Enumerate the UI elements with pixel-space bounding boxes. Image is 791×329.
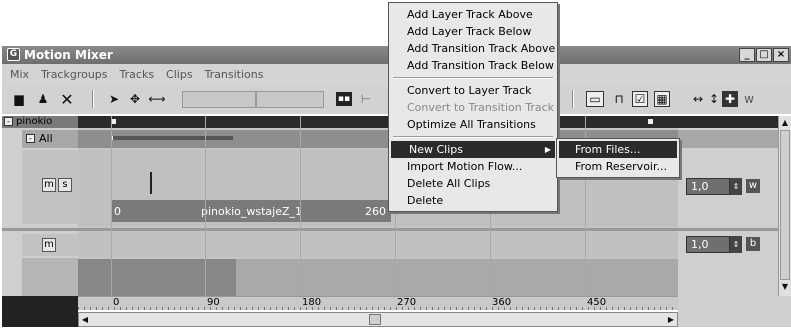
trackgroup-header[interactable]: - pinokio <box>2 116 78 128</box>
mute-button-1[interactable]: m <box>42 178 56 192</box>
clip[interactable]: 0 pinokio_wstajeZ_1 260 <box>111 200 391 222</box>
weight-spinner-2-icon[interactable]: ⇕ <box>730 236 742 253</box>
new-mix-icon[interactable]: ▆ <box>10 91 28 107</box>
collapse-icon[interactable]: - <box>4 117 13 126</box>
minimize-button[interactable]: _ <box>739 48 755 62</box>
menu-new-clips-label: New Clips <box>409 143 463 156</box>
all-label: All <box>39 132 53 145</box>
ruler-tick-360: 360 <box>492 297 512 308</box>
transition-region <box>78 259 236 296</box>
zoom-extents-icon[interactable]: ✚ <box>722 91 738 107</box>
vertical-scroll-thumb[interactable] <box>780 130 790 280</box>
menu-import-motion-flow[interactable]: Import Motion Flow... <box>389 158 557 175</box>
context-menu: Add Layer Track Above Add Layer Track Be… <box>388 2 558 212</box>
ruler-tick-90: 90 <box>207 297 220 308</box>
w-toggle[interactable]: w <box>742 91 756 107</box>
submenu-arrow-icon: ▶ <box>544 145 551 154</box>
submenu-from-reservoir[interactable]: From Reservoir... <box>557 158 679 175</box>
collapse-all-icon[interactable]: - <box>26 134 35 143</box>
track2-header: m <box>22 234 78 256</box>
ruler-tick-270: 270 <box>397 297 417 308</box>
weight-w-button[interactable]: w <box>746 179 760 193</box>
new-clips-submenu: From Files... From Reservoir... <box>556 138 680 178</box>
all-tracks-header[interactable]: - All <box>22 130 78 148</box>
ruler-tick-180: 180 <box>302 297 322 308</box>
weight-b-button[interactable]: b <box>746 237 760 251</box>
app-icon: G <box>7 48 20 61</box>
toggle-b-icon[interactable]: ⊓ <box>610 91 628 107</box>
slide-icon[interactable]: ⟷ <box>148 91 166 107</box>
delete-icon[interactable]: ✕ <box>58 90 76 109</box>
menu-trackgroups[interactable]: Trackgroups <box>41 68 107 81</box>
menu-delete[interactable]: Delete <box>389 192 557 209</box>
vertical-scale-icon[interactable]: ↕ <box>708 91 720 107</box>
menu-mix[interactable]: Mix <box>10 68 29 81</box>
menu-convert-to-layer-track[interactable]: Convert to Layer Track <box>389 82 557 99</box>
mute-button-2[interactable]: m <box>42 238 56 252</box>
track-weight-panel: 1,0 ⇕ w 1,0 ⇕ b <box>678 116 778 296</box>
track1-header: m s <box>22 150 78 224</box>
submenu-from-files[interactable]: From Files... <box>559 141 677 158</box>
clip-start: 0 <box>114 205 121 218</box>
horizontal-scrollbar[interactable]: ◀ ▶ <box>78 312 678 327</box>
horizontal-scale-icon[interactable]: ↔ <box>690 91 706 107</box>
trackgroup-name: pinokio <box>16 116 53 127</box>
horizontal-scroll-thumb[interactable] <box>369 314 381 325</box>
menu-new-clips[interactable]: New Clips ▶ <box>391 141 555 158</box>
menu-add-transition-track-above[interactable]: Add Transition Track Above <box>389 40 557 57</box>
trackgroup-strip <box>78 116 678 128</box>
weight-field-1[interactable]: 1,0 <box>686 178 730 195</box>
ruler-tick-450: 450 <box>587 297 607 308</box>
weight-field-2[interactable]: 1,0 <box>686 236 730 253</box>
menu-optimize-all-transitions[interactable]: Optimize All Transitions <box>389 116 557 133</box>
menu-tracks[interactable]: Tracks <box>120 68 155 81</box>
snap-icon[interactable]: ▪▪ <box>336 92 352 106</box>
scroll-down-icon[interactable]: ▼ <box>779 280 791 292</box>
toolbar-field-2[interactable] <box>256 91 324 108</box>
weight-spinner-1-icon[interactable]: ⇕ <box>730 178 742 195</box>
clip-name: pinokio_wstajeZ_1 <box>201 205 303 218</box>
toggle-a-icon[interactable]: ▭ <box>586 91 604 107</box>
maximize-button[interactable]: □ <box>756 48 772 62</box>
scroll-left-icon[interactable]: ◀ <box>79 313 91 326</box>
scroll-up-icon[interactable]: ▲ <box>779 116 791 128</box>
solo-button-1[interactable]: s <box>58 178 72 192</box>
menu-add-transition-track-below[interactable]: Add Transition Track Below <box>389 57 557 74</box>
select-arrow-icon[interactable]: ➤ <box>106 91 122 107</box>
track2-lane[interactable] <box>78 233 678 257</box>
menu-add-layer-track-above[interactable]: Add Layer Track Above <box>389 6 557 23</box>
vertical-scrollbar[interactable]: ▲ ▼ <box>778 116 791 296</box>
toolbar-field-1[interactable] <box>182 91 256 108</box>
clip-end: 260 <box>365 205 386 218</box>
menu-add-layer-track-below[interactable]: Add Layer Track Below <box>389 23 557 40</box>
scroll-right-icon[interactable]: ▶ <box>665 313 677 326</box>
menu-delete-all-clips[interactable]: Delete All Clips <box>389 175 557 192</box>
move-icon[interactable]: ✥ <box>126 91 144 107</box>
grid-icon[interactable]: ▦ <box>654 91 670 107</box>
ruler-tick-0: 0 <box>113 297 120 308</box>
time-ruler[interactable]: 0 90 180 270 360 450 <box>78 296 678 310</box>
window-title: Motion Mixer <box>24 48 113 62</box>
menu-convert-to-transition-track: Convert to Transition Track <box>407 101 555 114</box>
menu-clips[interactable]: Clips <box>166 68 193 81</box>
close-button[interactable]: × <box>773 48 789 62</box>
add-track-icon[interactable]: ♟ <box>34 91 52 107</box>
checkbox-icon[interactable]: ☑ <box>632 91 648 107</box>
track-header-panel: - pinokio - All m s m <box>2 116 78 296</box>
menu-transitions[interactable]: Transitions <box>205 68 264 81</box>
trim-icon[interactable]: ⊢ <box>358 91 374 107</box>
